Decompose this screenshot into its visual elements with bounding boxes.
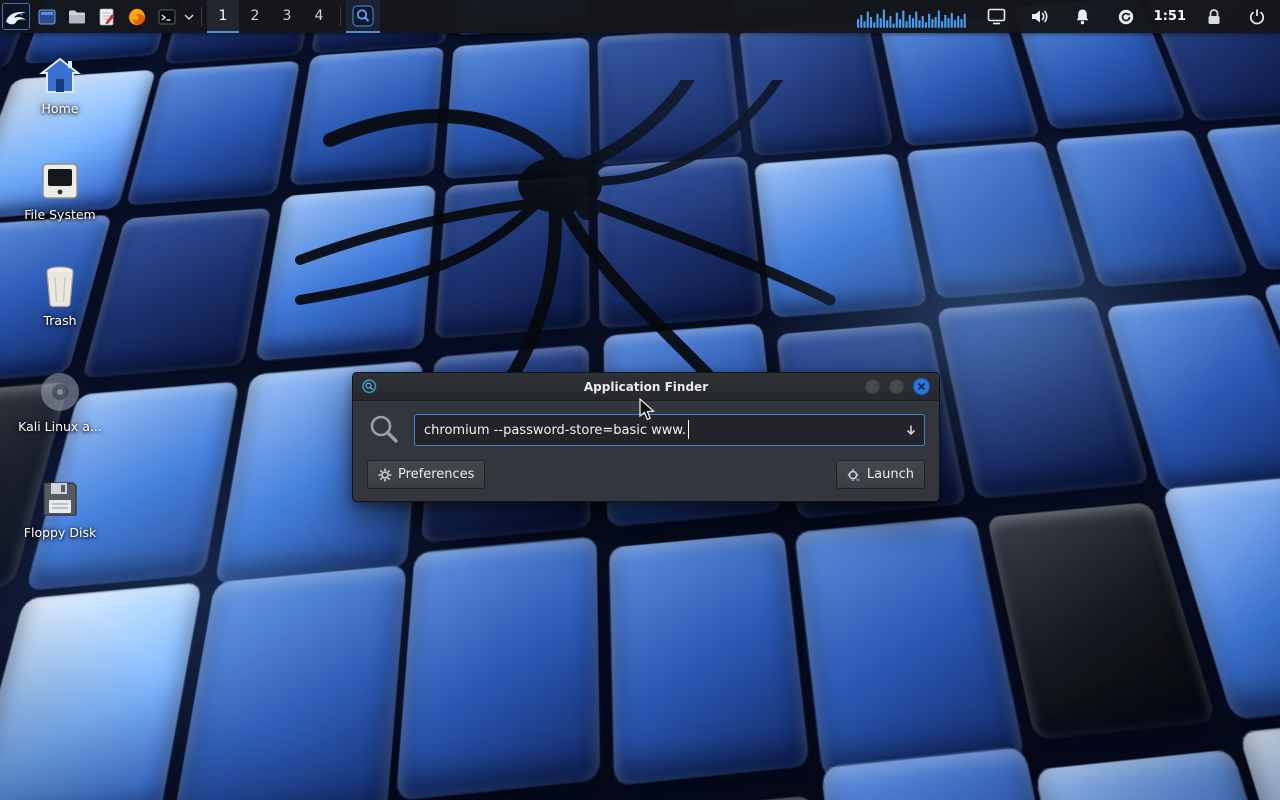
- app-finder-window-icon: [362, 379, 378, 395]
- file-manager-icon: [67, 7, 87, 27]
- workspace-button-2[interactable]: 2: [239, 0, 271, 33]
- launch-label: Launch: [867, 467, 914, 482]
- minimize-button[interactable]: [865, 379, 880, 394]
- app-finder-icon: [352, 5, 374, 27]
- magnifier-icon: [367, 413, 401, 447]
- wallpaper-cube: [906, 141, 1087, 299]
- wallpaper-cube: [793, 516, 1024, 781]
- desktop-icon-label: File System: [24, 208, 96, 222]
- window-icon: [37, 7, 57, 27]
- workspace-button-4[interactable]: 4: [303, 0, 335, 33]
- notifications-button[interactable]: [1068, 8, 1098, 26]
- trash-icon: [40, 264, 80, 308]
- wallpaper-cube: [395, 537, 599, 800]
- preferences-button[interactable]: Preferences: [367, 460, 485, 489]
- lock-screen-button[interactable]: [1199, 8, 1229, 26]
- desktop-icon-kali-volume[interactable]: Kali Linux a...: [14, 370, 106, 434]
- panel-right-cluster: 1:51: [857, 0, 1280, 33]
- desktop-icon-file-system[interactable]: File System: [14, 160, 106, 222]
- terminal-launcher-button[interactable]: [152, 0, 182, 33]
- desktop-icon-label: Floppy Disk: [24, 526, 96, 540]
- wallpaper-cube: [82, 208, 271, 379]
- logout-button[interactable]: [1242, 8, 1272, 26]
- application-finder-window: Application Finder: [352, 372, 940, 502]
- wallpaper-cube: [1238, 712, 1280, 800]
- top-panel: 1 2 3 4: [0, 0, 1280, 33]
- window-title: Application Finder: [353, 380, 939, 394]
- file-system-icon: [39, 160, 81, 202]
- history-dropdown-button[interactable]: [898, 415, 924, 445]
- close-button[interactable]: [913, 378, 930, 395]
- display-indicator-button[interactable]: [982, 8, 1012, 25]
- wallpaper-cube: [880, 16, 1040, 146]
- firefox-launcher-button[interactable]: [122, 0, 152, 33]
- workspace-button-3[interactable]: 3: [271, 0, 303, 33]
- run-icon: [847, 468, 861, 482]
- clock[interactable]: 1:51: [1154, 9, 1186, 24]
- app-finder-panel-button[interactable]: [346, 0, 380, 33]
- power-icon: [1248, 8, 1266, 26]
- lock-icon: [1206, 8, 1222, 26]
- close-icon: [917, 382, 926, 391]
- desktop-icon-label: Home: [42, 102, 79, 116]
- finder-body: Preferences Launch: [353, 401, 939, 501]
- search-input[interactable]: [415, 423, 898, 438]
- desktop-icon-label: Trash: [43, 314, 76, 328]
- wallpaper-cube: [1034, 749, 1280, 800]
- firefox-icon: [127, 7, 147, 27]
- window-launcher-button[interactable]: [32, 0, 62, 33]
- desktop-icon-label: Kali Linux a...: [18, 420, 102, 434]
- titlebar-buttons: [865, 378, 930, 395]
- preferences-label: Preferences: [398, 467, 474, 482]
- wallpaper-cube: [614, 794, 846, 800]
- bell-icon: [1074, 8, 1091, 26]
- panel-left-cluster: 1 2 3 4: [0, 0, 380, 33]
- text-editor-launcher-button[interactable]: [92, 0, 122, 33]
- wallpaper-cube: [608, 532, 809, 787]
- floppy-disk-icon: [39, 478, 81, 520]
- search-row: [367, 413, 925, 447]
- home-icon: [38, 56, 82, 96]
- volume-icon: [1030, 8, 1049, 25]
- kali-volume-icon: [38, 370, 82, 414]
- workspace-button-1[interactable]: 1: [207, 0, 239, 33]
- gear-icon: [378, 468, 392, 482]
- display-icon: [987, 8, 1006, 25]
- desktop-icon-trash[interactable]: Trash: [14, 264, 106, 328]
- desktop-icon-floppy-disk[interactable]: Floppy Disk: [14, 478, 106, 540]
- terminal-dropdown-button[interactable]: [182, 0, 196, 33]
- kali-menu-icon: [5, 8, 27, 26]
- kali-menu-button[interactable]: [2, 3, 30, 30]
- chevron-down-icon: [184, 13, 194, 21]
- desktop-screen: 1 2 3 4: [0, 0, 1280, 800]
- desktop-icon-home[interactable]: Home: [14, 56, 106, 116]
- finder-footer: Preferences Launch: [367, 460, 925, 489]
- maximize-button[interactable]: [889, 379, 904, 394]
- arrow-down-icon: [905, 424, 917, 436]
- finder-titlebar[interactable]: Application Finder: [353, 373, 939, 401]
- update-indicator-button[interactable]: [1111, 8, 1141, 26]
- panel-separator: [340, 7, 341, 26]
- wallpaper-cube: [168, 565, 406, 800]
- terminal-icon: [157, 7, 177, 27]
- text-caret: [688, 420, 689, 439]
- search-combo: [414, 414, 925, 446]
- text-editor-icon: [97, 7, 117, 27]
- wallpaper-cube: [0, 583, 202, 800]
- file-manager-launcher-button[interactable]: [62, 0, 92, 33]
- launch-button[interactable]: Launch: [836, 460, 925, 489]
- volume-button[interactable]: [1025, 8, 1055, 25]
- audio-visualizer: [857, 4, 969, 30]
- update-icon: [1117, 8, 1135, 26]
- panel-separator: [201, 7, 202, 26]
